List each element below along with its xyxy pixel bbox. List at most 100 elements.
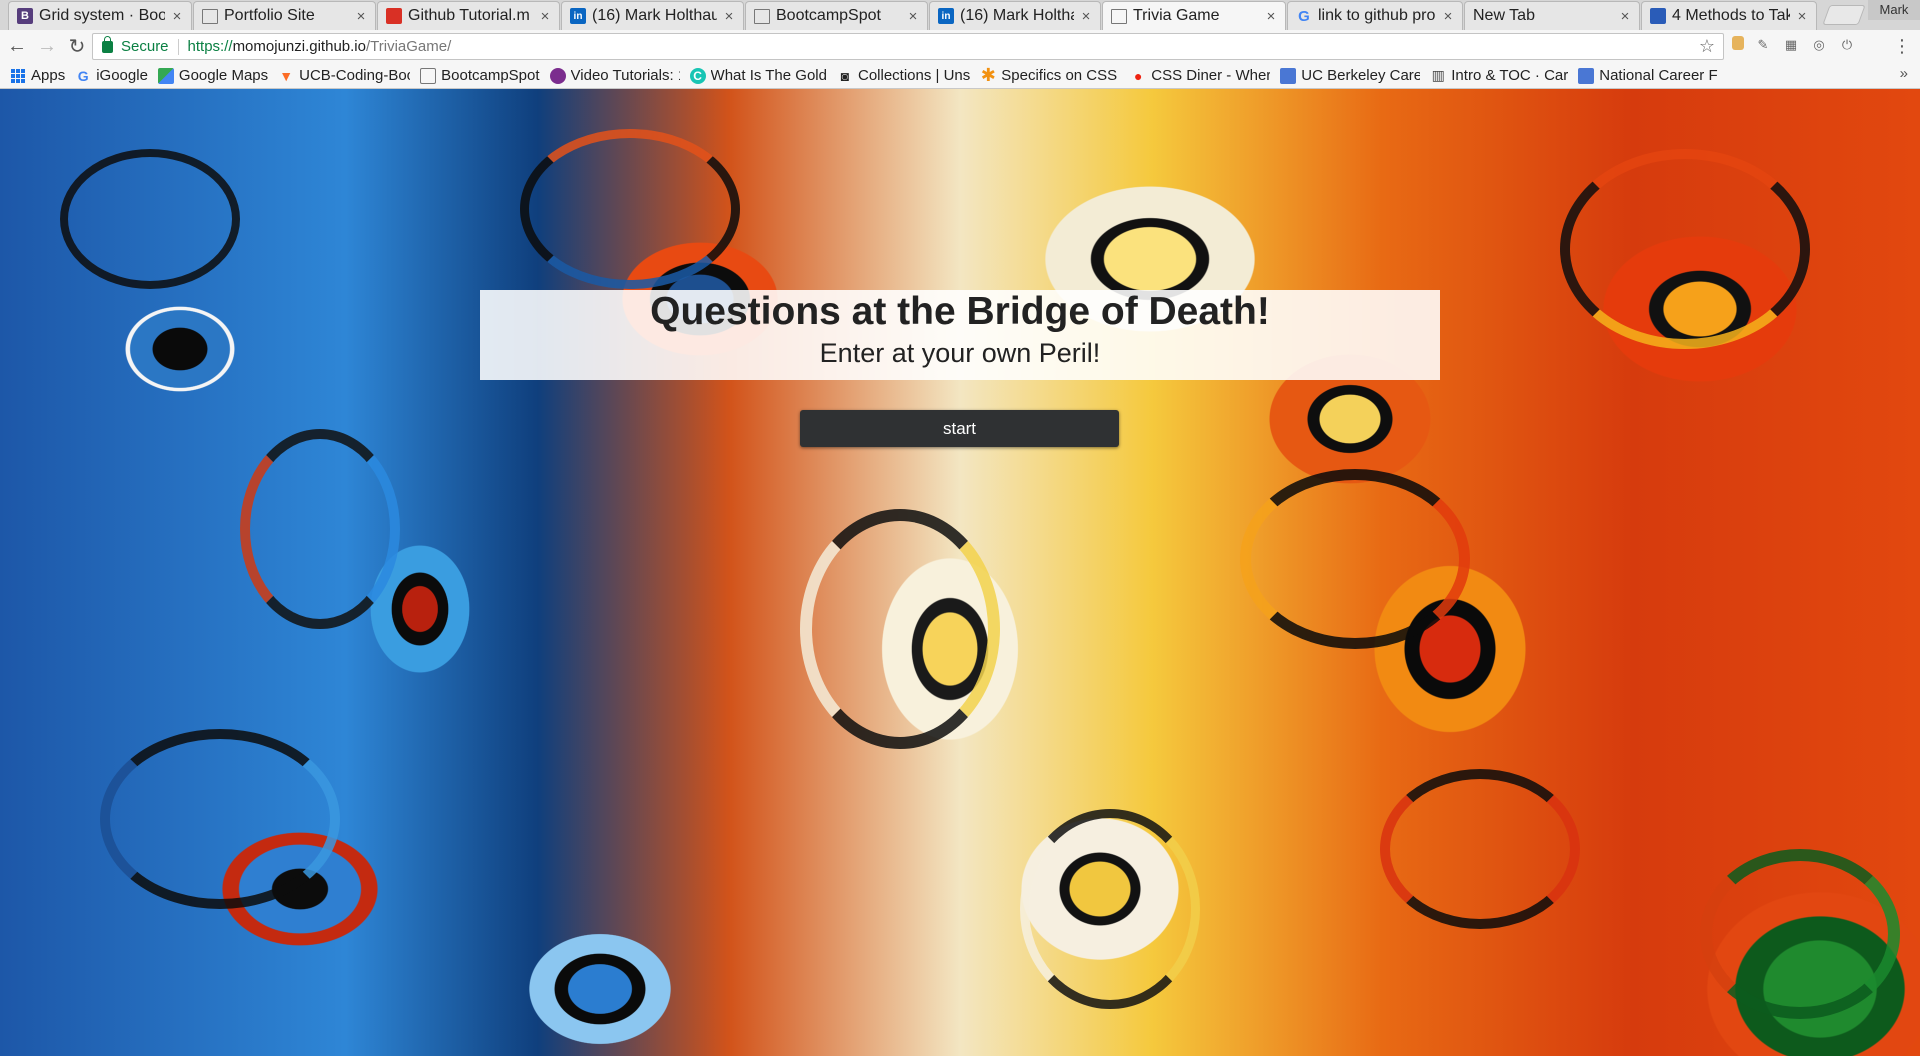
tab-portfolio-site[interactable]: Portfolio Site × bbox=[193, 1, 376, 30]
extension-eyedropper-icon[interactable]: ✎ bbox=[1754, 36, 1772, 54]
bookmark-star-icon[interactable]: ☆ bbox=[1699, 36, 1715, 57]
extension-circle-icon[interactable]: ◎ bbox=[1810, 36, 1828, 54]
swirl-decoration bbox=[1560, 149, 1810, 349]
bookmark-national-career[interactable]: National Career F bbox=[1573, 65, 1722, 87]
close-icon[interactable]: × bbox=[353, 8, 369, 25]
bookmark-label: UCB-Coding-Boo bbox=[299, 67, 411, 84]
close-icon[interactable]: × bbox=[1794, 8, 1810, 25]
red-doc-icon bbox=[386, 8, 402, 24]
bookmark-video-tutorials[interactable]: Video Tutorials: 1 bbox=[545, 65, 685, 87]
close-icon[interactable]: × bbox=[1078, 8, 1094, 25]
tab-title: Portfolio Site bbox=[224, 7, 315, 24]
bookmark-ucb-coding[interactable]: ▼ UCB-Coding-Boo bbox=[273, 65, 415, 87]
swirl-decoration bbox=[800, 509, 1000, 749]
page-icon bbox=[1111, 8, 1127, 24]
doc-icon bbox=[1578, 67, 1595, 84]
tab-new-tab[interactable]: New Tab × bbox=[1464, 1, 1640, 30]
bookmark-intro-toc[interactable]: ▥ Intro & TOC · Car bbox=[1425, 65, 1573, 87]
bookmark-specifics-css[interactable]: ✱ Specifics on CSS S bbox=[975, 65, 1125, 87]
extension-folder-icon[interactable] bbox=[1732, 36, 1744, 50]
bookmark-label: National Career F bbox=[1599, 67, 1718, 84]
google-icon: G bbox=[1298, 7, 1310, 25]
bookmark-what-is-the-gold[interactable]: C What Is The Gold bbox=[685, 65, 832, 87]
url-path: /TriviaGame/ bbox=[365, 38, 452, 55]
swirl-decoration bbox=[100, 729, 340, 909]
divider bbox=[177, 38, 179, 55]
bookmark-igoogle[interactable]: G iGoogle bbox=[70, 65, 153, 87]
swirl-decoration bbox=[1020, 809, 1200, 1009]
extension-power-icon[interactable]: ⏻ bbox=[1838, 36, 1856, 54]
c-icon: C bbox=[689, 67, 706, 84]
tab-bootcampspot[interactable]: BootcampSpot × bbox=[745, 1, 928, 30]
bookmark-css-diner[interactable]: ● CSS Diner - Wher bbox=[1125, 65, 1275, 87]
bookmark-label: What Is The Gold bbox=[710, 67, 827, 84]
back-icon[interactable]: ← bbox=[4, 34, 30, 60]
tab-github-tutorial[interactable]: Github Tutorial.m × bbox=[377, 1, 560, 30]
title-banner: Questions at the Bridge of Death! Enter … bbox=[480, 290, 1440, 380]
asterisk-icon: ✱ bbox=[980, 65, 996, 85]
close-icon[interactable]: × bbox=[169, 8, 185, 25]
tab-trivia-game[interactable]: Trivia Game × bbox=[1102, 1, 1286, 30]
page-icon bbox=[420, 67, 437, 84]
swirl-decoration bbox=[240, 429, 400, 629]
tab-4-methods[interactable]: 4 Methods to Tak × bbox=[1641, 1, 1817, 30]
tab-title: New Tab bbox=[1473, 7, 1535, 24]
tab-grid-system[interactable]: B Grid system · Boo × bbox=[8, 1, 192, 30]
bookmark-google-maps[interactable]: Google Maps bbox=[153, 65, 273, 87]
menu-icon[interactable]: ⋮ bbox=[1893, 36, 1911, 57]
close-icon[interactable]: × bbox=[1440, 8, 1456, 25]
doc-icon bbox=[1280, 67, 1297, 84]
close-icon[interactable]: × bbox=[721, 8, 737, 25]
bootstrap-icon: B bbox=[17, 8, 33, 24]
close-icon[interactable]: × bbox=[537, 8, 553, 25]
bookmark-uc-berkeley[interactable]: UC Berkeley Care bbox=[1275, 65, 1425, 87]
bookmark-apps[interactable]: Apps bbox=[6, 65, 70, 87]
tab-title: (16) Mark Holthau bbox=[960, 7, 1074, 24]
extensions-area: ✎ ▦ ◎ ⏻ bbox=[1732, 36, 1856, 54]
tab-linkedin-1[interactable]: in (16) Mark Holthau × bbox=[561, 1, 744, 30]
close-icon[interactable]: × bbox=[905, 8, 921, 25]
bookmark-label: BootcampSpot bbox=[441, 67, 540, 84]
bookmark-label: Intro & TOC · Car bbox=[1451, 67, 1569, 84]
bookmark-label: Video Tutorials: 1 bbox=[570, 67, 680, 84]
forward-icon[interactable]: → bbox=[34, 34, 60, 60]
tab-title: link to github pro bbox=[1318, 7, 1436, 24]
tab-title: Grid system · Boo bbox=[39, 7, 165, 24]
url-host: momojunzi.github.io bbox=[232, 38, 366, 55]
bookmark-label: UC Berkeley Care bbox=[1301, 67, 1421, 84]
tab-linkedin-2[interactable]: in (16) Mark Holthau × bbox=[929, 1, 1101, 30]
bookmark-bootcampspot[interactable]: BootcampSpot bbox=[415, 65, 544, 87]
page-subtitle: Enter at your own Peril! bbox=[819, 338, 1101, 368]
book-icon: ▥ bbox=[1431, 67, 1445, 83]
bookmark-label: Collections | Uns bbox=[857, 67, 971, 84]
bookmark-label: Specifics on CSS S bbox=[1001, 67, 1121, 84]
bookmark-collections[interactable]: ◙ Collections | Uns bbox=[832, 65, 975, 87]
url-scheme: https:// bbox=[187, 38, 233, 55]
tab-title: Trivia Game bbox=[1133, 7, 1220, 24]
reload-icon[interactable]: ↻ bbox=[64, 34, 90, 60]
tab-link-to-github[interactable]: G link to github pro × bbox=[1287, 1, 1463, 30]
linkedin-icon: in bbox=[938, 8, 954, 24]
tab-title: 4 Methods to Tak bbox=[1672, 7, 1790, 24]
tab-title: (16) Mark Holthau bbox=[592, 7, 717, 24]
gitlab-icon: ▼ bbox=[279, 67, 294, 84]
browser-toolbar: ← → ↻ Secure https:// momojunzi.github.i… bbox=[0, 30, 1920, 63]
page-icon bbox=[202, 8, 218, 24]
tab-strip: B Grid system · Boo × Portfolio Site × G… bbox=[0, 0, 1920, 30]
bookmarks-bar: Apps G iGoogle Google Maps ▼ UCB-Coding-… bbox=[0, 63, 1920, 89]
apps-grid-icon bbox=[11, 68, 25, 83]
swirl-decoration bbox=[60, 149, 240, 289]
lock-icon bbox=[102, 35, 113, 53]
swirl-decoration bbox=[1700, 849, 1900, 1019]
new-tab-button[interactable] bbox=[1822, 5, 1866, 25]
close-icon[interactable]: × bbox=[1263, 8, 1279, 25]
address-bar[interactable]: Secure https:// momojunzi.github.io /Tri… bbox=[92, 33, 1724, 60]
bookmarks-overflow-icon[interactable]: » bbox=[1900, 65, 1908, 82]
start-button[interactable]: start bbox=[800, 410, 1119, 447]
profile-button[interactable]: Mark bbox=[1868, 0, 1920, 20]
secure-label: Secure bbox=[121, 38, 169, 55]
bookmark-label: iGoogle bbox=[96, 67, 148, 84]
blue-doc-icon bbox=[1650, 8, 1666, 24]
extension-ruler-icon[interactable]: ▦ bbox=[1782, 36, 1800, 54]
close-icon[interactable]: × bbox=[1617, 8, 1633, 25]
